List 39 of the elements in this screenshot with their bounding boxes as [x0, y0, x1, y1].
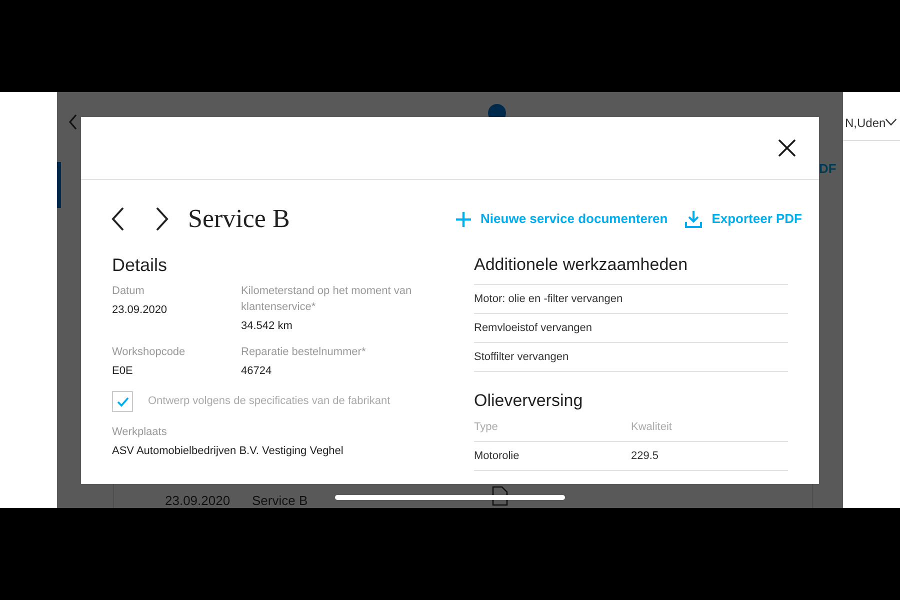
- location-label[interactable]: N,Uden: [845, 114, 886, 132]
- checkbox-label: Ontwerp volgens de specificaties van de fabrikant: [148, 394, 390, 410]
- field-label: Workshopcode: [112, 345, 186, 360]
- close-icon[interactable]: [778, 139, 796, 157]
- section-heading: Details: [112, 254, 168, 277]
- column-header: Type: [474, 420, 499, 435]
- previous-icon[interactable]: [111, 207, 125, 231]
- field-label: Datum: [112, 284, 146, 299]
- plus-icon[interactable]: [456, 212, 471, 226]
- next-icon[interactable]: [155, 207, 169, 231]
- work-item: Stoffilter vervangen: [474, 343, 788, 372]
- checkbox[interactable]: [112, 391, 133, 412]
- work-item: Motor: olie en -filter vervangen: [474, 285, 788, 314]
- section-heading: Olieverversing: [474, 390, 584, 412]
- checkmark-icon: [116, 396, 128, 406]
- new-service-link[interactable]: Nieuwe service documenteren: [480, 209, 668, 229]
- column-header: Kwaliteit: [631, 420, 673, 435]
- back-icon[interactable]: [68, 114, 78, 130]
- field-label: Werkplaats: [112, 425, 168, 440]
- section-heading: Additionele werkzaamheden: [474, 253, 788, 285]
- export-pdf-link[interactable]: Exporteer PDF: [712, 209, 802, 229]
- field-value: ASV Automobielbedrijven B.V. Vestiging Veghel: [112, 444, 344, 459]
- field-value: 34.542 km: [241, 319, 294, 334]
- service-text: Service B: [252, 492, 308, 508]
- field-label: Kilometerstand op het moment van klantenservice*: [241, 284, 413, 315]
- work-item: Remvloeistof vervangen: [474, 314, 788, 343]
- download-icon[interactable]: [684, 210, 702, 228]
- chevron-down-icon[interactable]: [885, 118, 897, 126]
- date-text: 23.09.2020: [165, 492, 230, 508]
- field-label: Reparatie bestelnummer*: [241, 345, 367, 360]
- table-cell-text: 229.5: [631, 448, 660, 464]
- dialog-title: Service B: [188, 203, 290, 235]
- document-icon: [492, 486, 508, 506]
- table-cell-text: Motorolie: [474, 448, 520, 464]
- field-value: 23.09.2020: [112, 303, 168, 318]
- field-value: E0E: [112, 364, 134, 379]
- field-value: 46724: [241, 364, 273, 379]
- sidebar-indicator: [57, 162, 61, 208]
- export-link[interactable]: DF: [819, 161, 836, 177]
